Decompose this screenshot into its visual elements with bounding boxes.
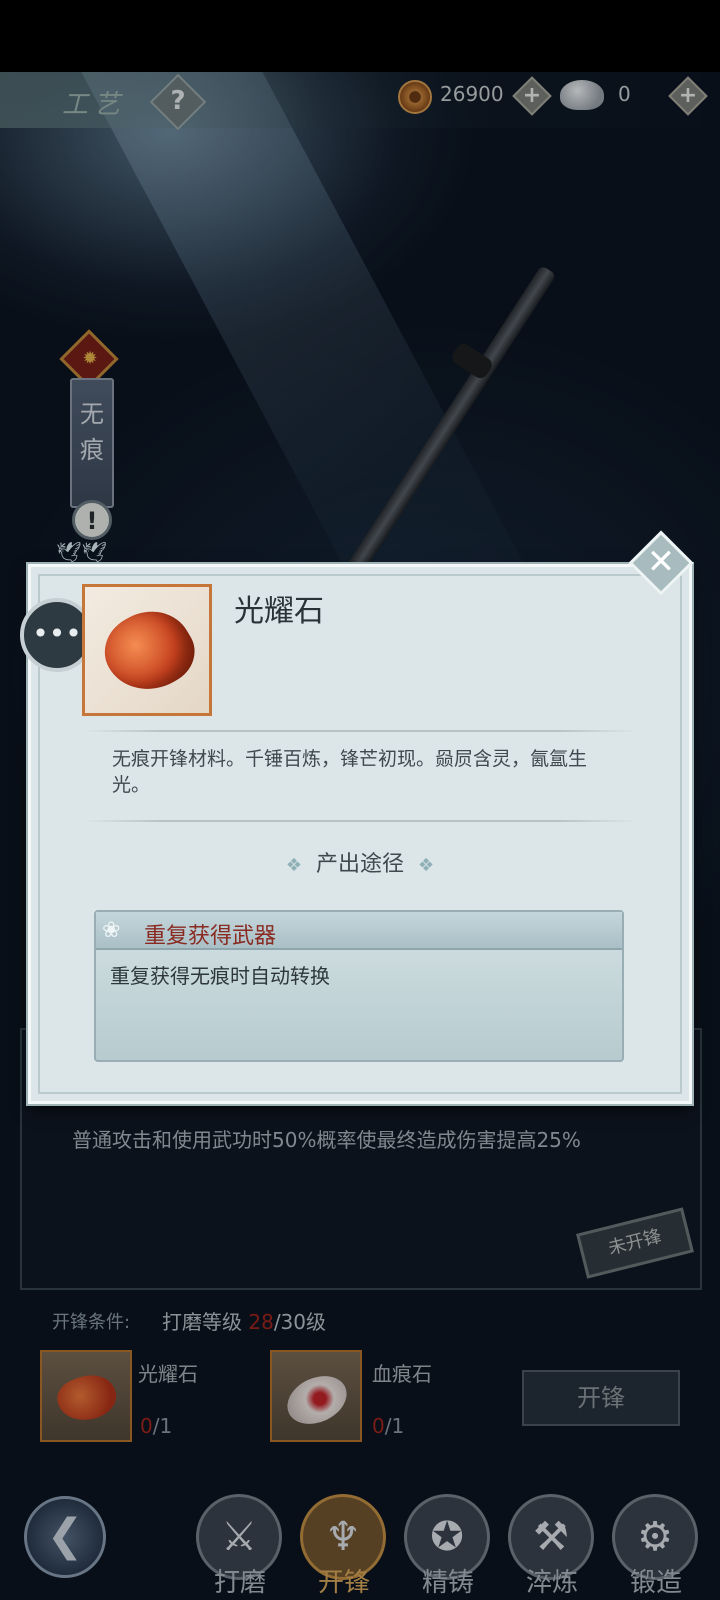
source-title: 重复获得武器 [144,924,277,949]
lotus-icon: ❀ [102,918,121,943]
ornament-icon: ❖ [418,855,435,876]
source-section-heading: ❖ 产出途径 ❖ [0,846,720,878]
divider [82,820,638,822]
close-icon[interactable]: ✕ [638,538,684,586]
item-description: 无痕开锋材料。千锤百炼，锋芒初现。赑屃含灵，氤氲生光。 [112,748,588,796]
source-description: 重复获得无痕时自动转换 [110,964,330,988]
status-bar [0,0,720,72]
item-name: 光耀石 [234,594,324,629]
ornament-icon: ❖ [285,855,302,876]
bird-decoration-icon: 🕊🕊 [56,540,107,564]
divider [82,730,638,732]
source-section-title: 产出途径 [315,852,404,877]
